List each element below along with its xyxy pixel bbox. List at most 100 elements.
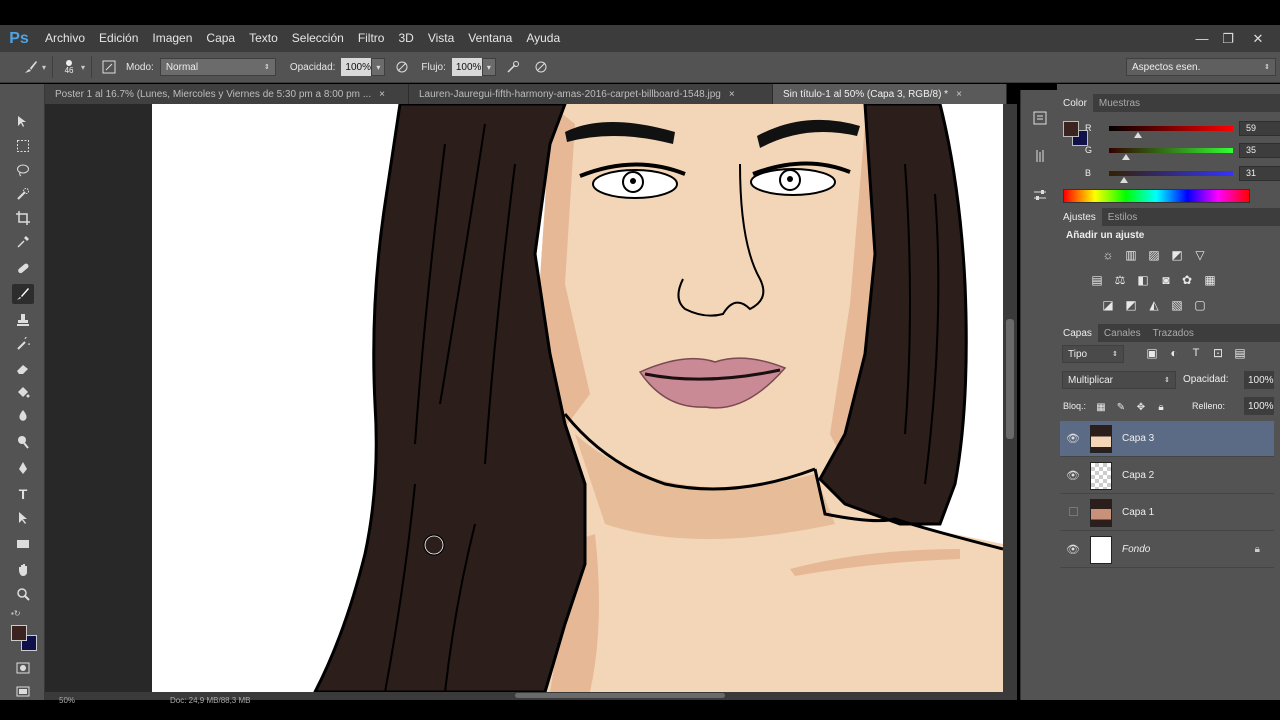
- tab-poster[interactable]: Poster 1 al 16.7% (Lunes, Miercoles y Vi…: [45, 84, 409, 104]
- visibility-eye-icon[interactable]: 👁︎: [1060, 543, 1086, 556]
- tab-close-icon[interactable]: ×: [729, 89, 735, 100]
- exposure-icon[interactable]: ◩: [1169, 248, 1185, 262]
- opacity-input[interactable]: 100%: [341, 58, 372, 76]
- invert-icon[interactable]: ◪: [1100, 298, 1116, 312]
- visibility-toggle-empty[interactable]: [1060, 506, 1086, 519]
- airbrush-icon[interactable]: [502, 56, 524, 78]
- tab-close-icon[interactable]: ×: [379, 89, 385, 100]
- dodge-tool-icon[interactable]: [12, 432, 34, 452]
- workspace-select[interactable]: Aspectos esen. ⇕: [1126, 58, 1276, 76]
- history-brush-tool-icon[interactable]: [12, 334, 34, 354]
- vibrance-icon[interactable]: ▽: [1192, 248, 1208, 262]
- red-value-input[interactable]: 59: [1239, 120, 1280, 136]
- hand-tool-icon[interactable]: [12, 560, 34, 580]
- tab-canales[interactable]: Canales: [1098, 324, 1147, 342]
- hue-saturation-icon[interactable]: ▤: [1089, 273, 1105, 287]
- filter-pixel-icon[interactable]: ▣: [1144, 346, 1160, 360]
- layer-filter-select[interactable]: Tipo ⇕: [1062, 345, 1124, 363]
- red-slider[interactable]: [1109, 125, 1233, 138]
- curves-icon[interactable]: ▨: [1146, 248, 1162, 262]
- menu-archivo[interactable]: Archivo: [38, 25, 92, 52]
- eraser-tool-icon[interactable]: [12, 358, 34, 378]
- layer-row[interactable]: 👁︎ Fondo 🔒︎: [1060, 532, 1274, 568]
- threshold-icon[interactable]: ◭: [1146, 298, 1162, 312]
- dropdown-arrow-icon[interactable]: ▾: [42, 63, 46, 72]
- brush-panel-toggle-icon[interactable]: [98, 56, 120, 78]
- dropdown-arrow-icon[interactable]: ▾: [81, 63, 85, 72]
- tab-swatches[interactable]: Muestras: [1093, 94, 1146, 112]
- tab-trazados[interactable]: Trazados: [1147, 324, 1200, 342]
- tab-close-icon[interactable]: ×: [956, 89, 962, 100]
- blue-value-input[interactable]: 31: [1239, 165, 1280, 181]
- actions-panel-icon[interactable]: [1029, 146, 1051, 166]
- layer-name[interactable]: Fondo: [1122, 544, 1150, 555]
- opacity-dropdown-arrow-icon[interactable]: ▾: [371, 58, 386, 76]
- blue-slider[interactable]: [1109, 170, 1233, 183]
- marquee-tool-icon[interactable]: [12, 136, 34, 156]
- foreground-color-swatch[interactable]: [11, 625, 27, 641]
- crop-tool-icon[interactable]: [12, 208, 34, 228]
- lock-transparent-icon[interactable]: ▦: [1093, 400, 1109, 414]
- color-lookup-icon[interactable]: ▦: [1202, 273, 1218, 287]
- menu-vista[interactable]: Vista: [421, 25, 461, 52]
- menu-seleccion[interactable]: Selección: [285, 25, 351, 52]
- gradient-map-icon[interactable]: ▧: [1169, 298, 1185, 312]
- quick-selection-tool-icon[interactable]: [12, 184, 34, 204]
- color-spectrum-bar[interactable]: [1063, 189, 1250, 203]
- tab-ajustes[interactable]: Ajustes: [1057, 208, 1102, 226]
- brightness-contrast-icon[interactable]: ☼: [1100, 248, 1116, 262]
- menu-filtro[interactable]: Filtro: [351, 25, 392, 52]
- menu-ayuda[interactable]: Ayuda: [519, 25, 567, 52]
- path-selection-tool-icon[interactable]: [12, 508, 34, 528]
- layer-name[interactable]: Capa 2: [1122, 470, 1154, 481]
- slider-thumb[interactable]: [1133, 131, 1142, 138]
- lasso-tool-icon[interactable]: [12, 160, 34, 180]
- tab-lauren-image[interactable]: Lauren-Jauregui-fifth-harmony-amas-2016-…: [409, 84, 773, 104]
- filter-adjustment-icon[interactable]: ◐: [1166, 346, 1182, 360]
- green-value-input[interactable]: 35: [1239, 142, 1280, 158]
- lock-all-icon[interactable]: 🔒︎: [1153, 400, 1169, 414]
- brush-tool-icon[interactable]: [12, 284, 34, 304]
- color-balance-icon[interactable]: ⚖: [1112, 273, 1128, 287]
- photo-filter-icon[interactable]: ◙: [1158, 273, 1174, 287]
- history-panel-icon[interactable]: [1029, 108, 1051, 128]
- vertical-scrollbar[interactable]: [1003, 104, 1017, 692]
- menu-edicion[interactable]: Edición: [92, 25, 145, 52]
- close-window-button[interactable]: ✕: [1244, 25, 1272, 52]
- fill-input[interactable]: 100%: [1244, 397, 1274, 415]
- pressure-size-icon[interactable]: [530, 56, 552, 78]
- zoom-level[interactable]: 50%: [59, 696, 75, 705]
- menu-texto[interactable]: Texto: [242, 25, 285, 52]
- selective-color-icon[interactable]: ▢: [1192, 298, 1208, 312]
- menu-ventana[interactable]: Ventana: [461, 25, 519, 52]
- type-tool-icon[interactable]: T: [12, 484, 34, 504]
- clone-stamp-tool-icon[interactable]: [12, 310, 34, 330]
- zoom-tool-icon[interactable]: [12, 584, 34, 604]
- scroll-thumb[interactable]: [1006, 319, 1014, 439]
- slider-thumb[interactable]: [1122, 153, 1131, 160]
- tab-color[interactable]: Color: [1057, 94, 1093, 112]
- menu-capa[interactable]: Capa: [199, 25, 242, 52]
- move-tool-icon[interactable]: [12, 112, 34, 132]
- lock-position-icon[interactable]: ✥: [1133, 400, 1149, 414]
- canvas-area[interactable]: [45, 104, 1003, 692]
- flow-dropdown-arrow-icon[interactable]: ▾: [481, 58, 496, 76]
- screen-mode-icon[interactable]: [12, 682, 34, 702]
- artwork-canvas[interactable]: [45, 104, 1003, 692]
- layer-row[interactable]: 👁︎ Capa 3: [1060, 421, 1274, 457]
- slider-thumb[interactable]: [1119, 176, 1128, 183]
- minimize-button[interactable]: —: [1188, 25, 1216, 52]
- pen-tool-icon[interactable]: [12, 458, 34, 478]
- restore-button[interactable]: ❐: [1214, 25, 1242, 52]
- menu-imagen[interactable]: Imagen: [145, 25, 199, 52]
- brush-size-picker[interactable]: 46: [59, 59, 79, 75]
- color-panel-foreground[interactable]: [1063, 121, 1079, 137]
- brush-tool-preset-icon[interactable]: [20, 56, 42, 78]
- filter-type-icon[interactable]: T: [1188, 346, 1204, 360]
- blend-mode-select[interactable]: Multiplicar ⇕: [1062, 371, 1176, 389]
- black-white-icon[interactable]: ◧: [1135, 273, 1151, 287]
- rectangle-tool-icon[interactable]: [12, 534, 34, 554]
- blur-tool-icon[interactable]: [12, 406, 34, 426]
- posterize-icon[interactable]: ◩: [1123, 298, 1139, 312]
- green-slider[interactable]: [1109, 147, 1233, 160]
